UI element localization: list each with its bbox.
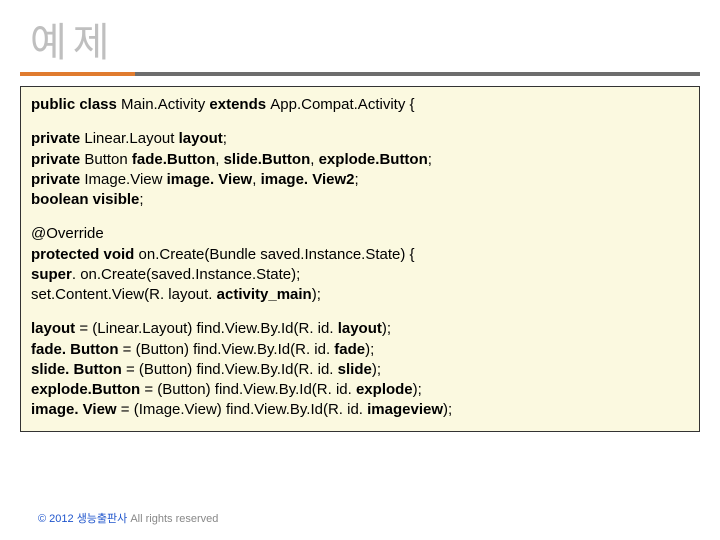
id-explode: explode (356, 381, 413, 398)
code-line-8: super. on.Create(saved.Instance.State); (31, 265, 689, 285)
code-line-6: @Override (31, 224, 689, 244)
t: ); (372, 361, 381, 378)
t: ); (365, 341, 374, 358)
kw-protected-void: protected void (31, 246, 139, 263)
id-imageview: imageview (367, 401, 443, 418)
code-line-7: protected void on.Create(Bundle saved.In… (31, 245, 689, 265)
field-explodebutton: explode.Button (319, 151, 428, 168)
code-line-4: private Image.View image. View, image. V… (31, 170, 689, 190)
code-line-14: image. View = (Image.View) find.View.By.… (31, 400, 689, 420)
code-line-1: public class Main.Activity extends App.C… (31, 95, 689, 115)
id-slide: slide (338, 361, 372, 378)
slide: 예제 public class Main.Activity extends Ap… (0, 0, 720, 540)
t: ; (428, 151, 432, 168)
t: on.Create(Bundle saved.Instance.State) { (139, 246, 415, 263)
footer-rights: All rights reserved (130, 513, 218, 525)
t: Linear.Layout (84, 130, 178, 147)
code-block-oncreate: @Override protected void on.Create(Bundl… (31, 224, 689, 305)
code-line-11: fade. Button = (Button) find.View.By.Id(… (31, 340, 689, 360)
var-layout: layout (31, 320, 79, 337)
var-slidebutton: slide. Button (31, 361, 126, 378)
id-fade: fade (334, 341, 365, 358)
field-visible: visible (93, 191, 140, 208)
kw-super: super (31, 266, 72, 283)
kw-extends: extends (209, 96, 270, 113)
var-fadebutton: fade. Button (31, 341, 123, 358)
kw-private: private (31, 171, 84, 188)
t: set.Content.View(R. layout. (31, 286, 217, 303)
title-underline (20, 72, 700, 76)
field-fadebutton: fade.Button (132, 151, 215, 168)
code-block-fields: private Linear.Layout layout; private Bu… (31, 129, 689, 210)
t: = (Button) find.View.By.Id(R. id. (144, 381, 356, 398)
underline-accent (20, 72, 135, 76)
footer-copyright: © 2012 생능출판사 (38, 513, 130, 525)
var-explodebutton: explode.Button (31, 381, 144, 398)
code-line-5: boolean visible; (31, 190, 689, 210)
t: ); (312, 286, 321, 303)
code-line-3: private Button fade.Button, slide.Button… (31, 150, 689, 170)
t: . on.Create(saved.Instance.State); (72, 266, 300, 283)
field-slidebutton: slide.Button (224, 151, 311, 168)
res-activity-main: activity_main (217, 286, 312, 303)
annotation-override: @Override (31, 225, 104, 242)
footer: © 2012 생능출판사 All rights reserved (38, 510, 218, 526)
id-layout: layout (338, 320, 382, 337)
t: ); (443, 401, 452, 418)
t: ; (355, 171, 359, 188)
field-imageview2: image. View2 (261, 171, 355, 188)
t: , (310, 151, 318, 168)
t: Main.Activity (121, 96, 209, 113)
t: = (Button) find.View.By.Id(R. id. (123, 341, 335, 358)
t: = (Image.View) find.View.By.Id(R. id. (121, 401, 367, 418)
code-line-13: explode.Button = (Button) find.View.By.I… (31, 380, 689, 400)
kw-private: private (31, 130, 84, 147)
kw-boolean: boolean (31, 191, 93, 208)
t: ); (413, 381, 422, 398)
kw-public-class: public class (31, 96, 121, 113)
t: ); (382, 320, 391, 337)
t: App.Compat.Activity { (270, 96, 414, 113)
code-block-findview: layout = (Linear.Layout) find.View.By.Id… (31, 319, 689, 420)
field-layout: layout (179, 130, 223, 147)
t: ; (139, 191, 143, 208)
var-imageview: image. View (31, 401, 121, 418)
t: = (Button) find.View.By.Id(R. id. (126, 361, 338, 378)
code-line-2: private Linear.Layout layout; (31, 129, 689, 149)
slide-title: 예제 (30, 10, 700, 68)
t: , (215, 151, 223, 168)
t: = (Linear.Layout) find.View.By.Id(R. id. (79, 320, 337, 337)
t: , (252, 171, 260, 188)
title-block: 예제 (20, 10, 700, 82)
field-imageview: image. View (167, 171, 253, 188)
t: ; (223, 130, 227, 147)
t: Button (84, 151, 132, 168)
code-line-9: set.Content.View(R. layout. activity_mai… (31, 285, 689, 305)
code-box: public class Main.Activity extends App.C… (20, 86, 700, 432)
underline-rest (135, 72, 700, 76)
kw-private: private (31, 151, 84, 168)
t: Image.View (84, 171, 166, 188)
code-line-10: layout = (Linear.Layout) find.View.By.Id… (31, 319, 689, 339)
code-line-12: slide. Button = (Button) find.View.By.Id… (31, 360, 689, 380)
